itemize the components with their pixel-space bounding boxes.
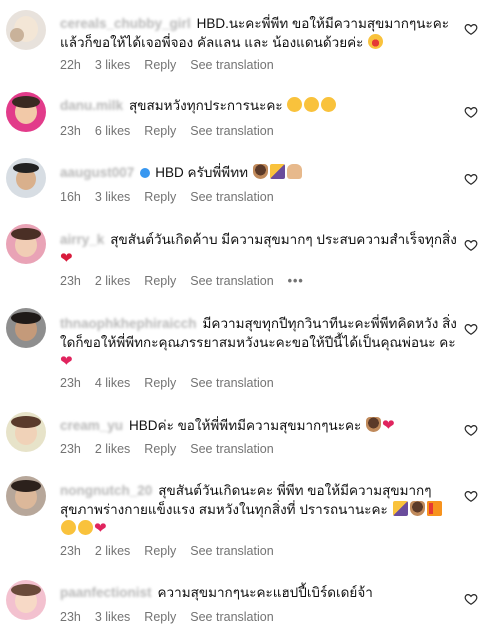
likes-count[interactable]: 2 likes <box>95 274 130 288</box>
verified-badge-icon <box>140 168 151 178</box>
heart-emoji-icon: ❤ <box>94 520 107 537</box>
avatar[interactable] <box>6 476 46 516</box>
smiling-face-emoji-icon <box>61 520 76 535</box>
smiling-face-emoji-icon <box>287 97 303 112</box>
avatar[interactable] <box>6 158 46 198</box>
see-translation-link[interactable]: See translation <box>190 124 273 138</box>
smiling-face-emoji-icon <box>304 97 320 112</box>
username[interactable]: airry_k <box>60 232 104 247</box>
comment-text: ความสุขมากๆนะคะแฮปปี้เบิร์ดเดย์จ้า <box>157 585 373 600</box>
username[interactable]: cream_yu <box>60 418 123 433</box>
timestamp: 22h <box>60 58 81 72</box>
heart-outline-icon[interactable] <box>464 172 478 186</box>
likes-count[interactable]: 4 likes <box>95 376 130 390</box>
cake-emoji-icon <box>366 417 381 432</box>
see-translation-link[interactable]: See translation <box>190 544 273 558</box>
avatar[interactable] <box>6 308 46 348</box>
reply-button[interactable]: Reply <box>144 274 176 288</box>
heart-outline-icon[interactable] <box>464 105 478 119</box>
comment-text: HBD ครับพี่พีทท <box>155 165 248 180</box>
see-translation-link[interactable]: See translation <box>190 610 273 624</box>
likes-count[interactable]: 3 likes <box>95 610 130 624</box>
avatar[interactable] <box>6 92 46 132</box>
heart-outline-icon[interactable] <box>464 489 478 503</box>
username[interactable]: thnaophkhephiraicch <box>60 316 197 331</box>
heart-outline-icon[interactable] <box>464 322 478 336</box>
reply-button[interactable]: Reply <box>144 376 176 390</box>
likes-count[interactable]: 3 likes <box>95 58 130 72</box>
reply-button[interactable]: Reply <box>144 544 176 558</box>
likes-count[interactable]: 3 likes <box>95 190 130 204</box>
see-translation-link[interactable]: See translation <box>190 190 273 204</box>
likes-count[interactable]: 2 likes <box>95 442 130 456</box>
timestamp: 16h <box>60 190 81 204</box>
likes-count[interactable]: 6 likes <box>95 124 130 138</box>
username[interactable]: aaugust007 <box>60 165 134 180</box>
heart-outline-icon[interactable] <box>464 423 478 437</box>
timestamp: 23h <box>60 442 81 456</box>
heart-outline-icon[interactable] <box>464 592 478 606</box>
party-popper-emoji-icon <box>392 501 408 516</box>
avatar[interactable] <box>6 224 46 264</box>
heart-outline-icon[interactable] <box>464 238 478 252</box>
heart-emoji-icon: ❤ <box>60 250 73 267</box>
smiling-face-with-hearts-emoji-icon <box>78 520 93 535</box>
username[interactable]: nongnutch_20 <box>60 483 152 498</box>
gift-emoji-icon <box>426 501 442 516</box>
username[interactable]: danu.milk <box>60 98 123 113</box>
avatar[interactable] <box>6 412 46 452</box>
avatar[interactable] <box>6 10 46 50</box>
likes-count[interactable]: 2 likes <box>95 544 130 558</box>
comment-text: สุขสันต์วันเกิดค้าบ มีความสุขมากๆ ประสบค… <box>110 232 457 247</box>
see-translation-link[interactable]: See translation <box>190 442 273 456</box>
reply-button[interactable]: Reply <box>144 442 176 456</box>
reply-button[interactable]: Reply <box>144 190 176 204</box>
more-options-button[interactable]: ••• <box>288 274 304 288</box>
timestamp: 23h <box>60 610 81 624</box>
timestamp: 23h <box>60 124 81 138</box>
username[interactable]: cereals_chubby_girl <box>60 16 191 31</box>
username[interactable]: paanfectionist <box>60 585 152 600</box>
see-translation-link[interactable]: See translation <box>190 274 273 288</box>
reply-button[interactable]: Reply <box>144 58 176 72</box>
timestamp: 23h <box>60 376 81 390</box>
heart-outline-icon[interactable] <box>464 22 478 36</box>
reply-button[interactable]: Reply <box>144 610 176 624</box>
party-popper-emoji-icon <box>269 164 285 179</box>
comment-text: สุขสมหวังทุกประการนะคะ <box>129 98 283 113</box>
see-translation-link[interactable]: See translation <box>190 58 273 72</box>
folded-hands-emoji-icon <box>286 164 302 179</box>
avatar[interactable] <box>6 580 46 620</box>
comment-text: HBDค่ะ ขอให้พี่พีทมีความสุขมากๆนะคะ <box>129 418 362 433</box>
see-translation-link[interactable]: See translation <box>190 376 273 390</box>
smiling-face-emoji-icon <box>321 97 337 112</box>
star-struck-emoji-icon <box>368 34 384 49</box>
timestamp: 23h <box>60 544 81 558</box>
heart-emoji-icon: ❤ <box>382 417 395 434</box>
reply-button[interactable]: Reply <box>144 124 176 138</box>
cake-emoji-icon <box>252 164 268 179</box>
heart-emoji-icon: ❤ <box>60 353 73 370</box>
timestamp: 23h <box>60 274 81 288</box>
cake-emoji-icon <box>409 501 425 516</box>
